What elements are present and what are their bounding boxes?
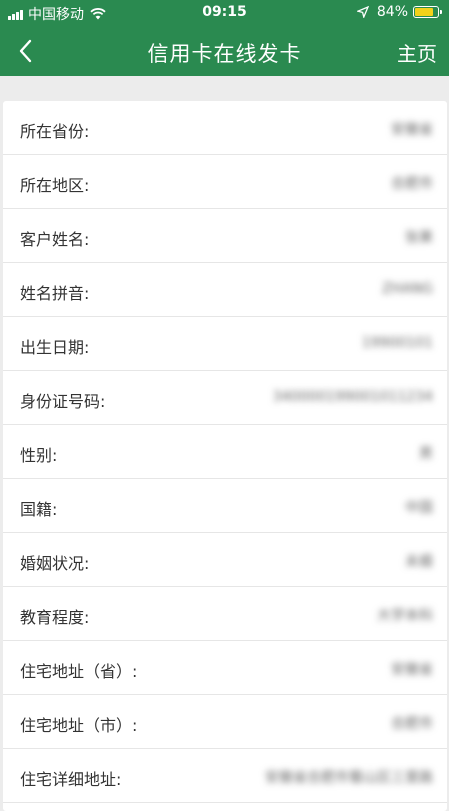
field-value: 大学本科 bbox=[377, 608, 433, 624]
field-label: 住宅地址（省）: bbox=[20, 662, 138, 681]
field-label: 出生日期: bbox=[20, 338, 90, 357]
nav-bar: 信用卡在线发卡 主页 bbox=[0, 26, 449, 76]
field-value: 男 bbox=[419, 446, 433, 462]
battery-percent: 84% bbox=[376, 4, 408, 20]
field-value: 合肥市 bbox=[391, 716, 433, 732]
field-value: 中国 bbox=[405, 500, 433, 516]
field-label: 国籍: bbox=[20, 500, 58, 519]
location-arrow-icon bbox=[356, 6, 369, 18]
field-label: 身份证号码: bbox=[20, 392, 106, 411]
form-row: 所在省份: 安徽省 bbox=[3, 101, 447, 155]
form-row: 出生日期: 19900101 bbox=[3, 317, 447, 371]
field-value: 340000199001011234 bbox=[272, 389, 433, 405]
field-label: 住宅地址（市）: bbox=[20, 716, 138, 735]
form-row: 客户姓名: 张果 bbox=[3, 209, 447, 263]
form-row: 婚姻状况: 未婚 bbox=[3, 533, 447, 587]
field-label: 教育程度: bbox=[20, 608, 90, 627]
field-value: 张果 bbox=[405, 230, 433, 246]
field-label: 所在省份: bbox=[20, 122, 90, 141]
form-row: 性别: 男 bbox=[3, 425, 447, 479]
home-button[interactable]: 主页 bbox=[397, 38, 437, 67]
field-label: 婚姻状况: bbox=[20, 554, 90, 573]
form-row: 身份证号码: 340000199001011234 bbox=[3, 371, 447, 425]
field-label: 客户姓名: bbox=[20, 230, 90, 249]
field-value: 安徽省 bbox=[391, 662, 433, 678]
form-row: 教育程度: 大学本科 bbox=[3, 587, 447, 641]
status-right: 84% bbox=[356, 4, 442, 20]
battery-nub bbox=[440, 10, 442, 14]
form-row: 姓名拼音: ZHANG bbox=[3, 263, 447, 317]
field-label: 所在地区: bbox=[20, 176, 90, 195]
page-title: 信用卡在线发卡 bbox=[147, 42, 302, 66]
status-bar: 中国移动 09:15 84% bbox=[0, 0, 449, 26]
form-row: 住宅地址（市）: 合肥市 bbox=[3, 695, 447, 749]
field-label: 姓名拼音: bbox=[20, 284, 90, 303]
application-form: 所在省份: 安徽省 所在地区: 合肥市 客户姓名: 张果 姓名拼音: ZHANG 出生日期: 19… bbox=[3, 101, 447, 811]
field-value: 安徽省 bbox=[391, 122, 433, 138]
field-value: 合肥市 bbox=[391, 176, 433, 192]
field-label: 住宅详细地址: bbox=[20, 770, 122, 789]
field-value: 安徽省合肥市蜀山区三里路 bbox=[265, 770, 433, 786]
battery-icon bbox=[413, 6, 442, 18]
form-row: 住宅详细地址: 安徽省合肥市蜀山区三里路 bbox=[3, 749, 447, 803]
form-row: 国籍: 中国 bbox=[3, 479, 447, 533]
form-row: 住宅地址（省）: 安徽省 bbox=[3, 641, 447, 695]
battery-fill bbox=[415, 8, 433, 16]
form-row: 所在地区: 合肥市 bbox=[3, 155, 447, 209]
field-value: ZHANG bbox=[381, 281, 433, 297]
field-value: 未婚 bbox=[405, 554, 433, 570]
field-value: 19900101 bbox=[361, 335, 433, 351]
field-label: 性别: bbox=[20, 446, 58, 465]
